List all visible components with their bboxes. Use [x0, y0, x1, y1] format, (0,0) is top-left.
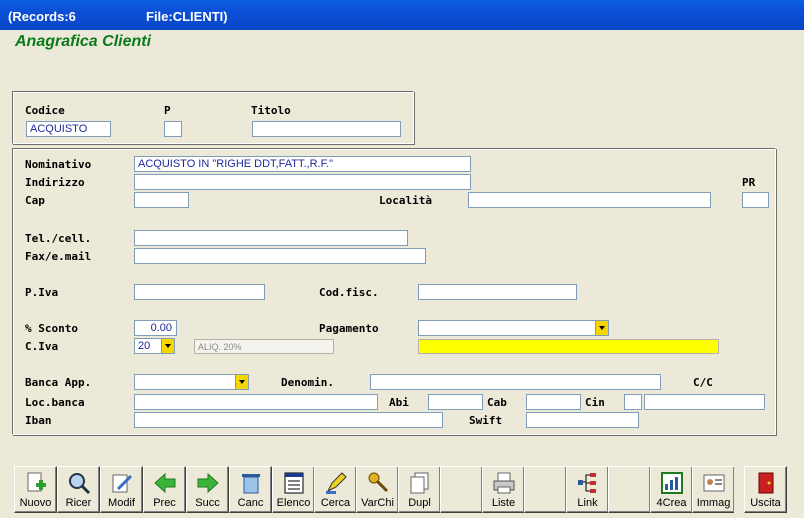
abi-label: Abi [389, 396, 409, 409]
liste-button[interactable]: Liste [482, 466, 525, 513]
cc-label: C/C [693, 376, 713, 389]
pr-field[interactable] [742, 192, 769, 208]
iban-label: Iban [25, 414, 52, 427]
list-icon [284, 472, 304, 494]
tree-icon [578, 473, 596, 493]
civa-select[interactable]: 20 [134, 338, 175, 354]
p-field[interactable] [164, 121, 182, 137]
id-card-icon [703, 474, 725, 492]
new-document-icon [27, 472, 46, 492]
titolo-label: Titolo [251, 104, 291, 117]
chevron-down-icon[interactable] [161, 339, 174, 353]
keys-icon [368, 472, 389, 493]
pagamento-select[interactable] [418, 320, 609, 336]
chevron-down-icon[interactable] [235, 375, 248, 389]
swift-field[interactable] [526, 412, 639, 428]
chevron-down-icon[interactable] [595, 321, 608, 335]
empty-button[interactable] [524, 466, 567, 513]
cin-field[interactable] [624, 394, 642, 410]
swift-label: Swift [469, 414, 503, 427]
printer-icon [493, 472, 515, 494]
indirizzo-label: Indirizzo [25, 176, 85, 189]
trash-icon [242, 474, 260, 494]
tel-field[interactable] [134, 230, 408, 246]
uscita-button[interactable]: Uscita [744, 466, 787, 513]
empty-button[interactable] [734, 466, 742, 513]
aliquota-display: ALIQ. 20% [194, 339, 334, 354]
modif-button[interactable]: Modif [100, 466, 143, 513]
pagamento-label: Pagamento [319, 322, 379, 335]
title-bar: (Records:6 File:CLIENTI) [0, 0, 804, 30]
localita-field[interactable] [468, 192, 711, 208]
locbanca-label: Loc.banca [25, 396, 85, 409]
iban-field[interactable] [134, 412, 443, 428]
banca-select[interactable] [134, 374, 249, 390]
dupl-button[interactable]: Dupl [398, 466, 441, 513]
search-icon [69, 473, 91, 495]
edit-icon [112, 474, 133, 493]
codfisc-field[interactable] [418, 284, 577, 300]
duplicate-icon [410, 472, 429, 494]
link-button[interactable]: Link [566, 466, 609, 513]
elenco-button[interactable]: Elenco [272, 466, 315, 513]
locbanca-field[interactable] [134, 394, 378, 410]
canc-button[interactable]: Canc [229, 466, 272, 513]
nuovo-button[interactable]: Nuovo [14, 466, 57, 513]
highlighter-icon [326, 472, 347, 494]
titolo-field[interactable] [252, 121, 401, 137]
codfisc-label: Cod.fisc. [319, 286, 379, 299]
crea-button[interactable]: 4Crea [650, 466, 693, 513]
fax-field[interactable] [134, 248, 426, 264]
nominativo-field[interactable]: ACQUISTO IN "RIGHE DDT,FATT.,R.F." [134, 156, 471, 172]
iva-description-field [418, 339, 719, 354]
denomin-label: Denomin. [281, 376, 334, 389]
chart-icon [661, 472, 683, 494]
indirizzo-field[interactable] [134, 174, 471, 190]
form-title: Anagrafica Clienti [15, 33, 152, 50]
sconto-label: % Sconto [25, 322, 78, 335]
empty-button[interactable] [608, 466, 651, 513]
records-count: (Records:6 [8, 9, 76, 24]
prec-button[interactable]: Prec [143, 466, 186, 513]
varchi-button[interactable]: VarChi [356, 466, 399, 513]
cab-field[interactable] [526, 394, 581, 410]
cerca-button[interactable]: Cerca [314, 466, 357, 513]
form-area: Anagrafica Clienti Codice P Titolo ACQUI… [3, 30, 801, 458]
civa-value: 20 [138, 340, 151, 352]
codice-field[interactable]: ACQUISTO [26, 121, 111, 137]
tel-label: Tel./cell. [25, 232, 92, 245]
immag-button[interactable]: Immag [692, 466, 735, 513]
fax-label: Fax/e.mail [25, 250, 92, 263]
empty-button[interactable] [440, 466, 483, 513]
cab-label: Cab [487, 396, 507, 409]
nominativo-label: Nominativo [25, 158, 92, 171]
pr-label: PR [742, 176, 756, 189]
toolbar: Nuovo Ricer Modif Prec Succ Canc Elenco … [0, 460, 804, 518]
cc-field[interactable] [644, 394, 765, 410]
exit-door-icon [758, 472, 774, 494]
civa-label: C.Iva [25, 340, 59, 353]
abi-field[interactable] [428, 394, 483, 410]
cap-field[interactable] [134, 192, 189, 208]
file-name: File:CLIENTI) [146, 9, 228, 24]
piva-field[interactable] [134, 284, 265, 300]
cin-label: Cin [585, 396, 605, 409]
succ-button[interactable]: Succ [186, 466, 229, 513]
denomin-field[interactable] [370, 374, 661, 390]
arrow-right-icon [197, 472, 219, 494]
banca-label: Banca App. [25, 376, 92, 389]
piva-label: P.Iva [25, 286, 59, 299]
ricer-button[interactable]: Ricer [57, 466, 100, 513]
cap-label: Cap [25, 194, 45, 207]
localita-label: Località [379, 194, 432, 207]
codice-label: Codice [25, 104, 65, 117]
p-label: P [164, 104, 171, 117]
sconto-field[interactable]: 0.00 [134, 320, 177, 336]
arrow-left-icon [154, 472, 176, 494]
